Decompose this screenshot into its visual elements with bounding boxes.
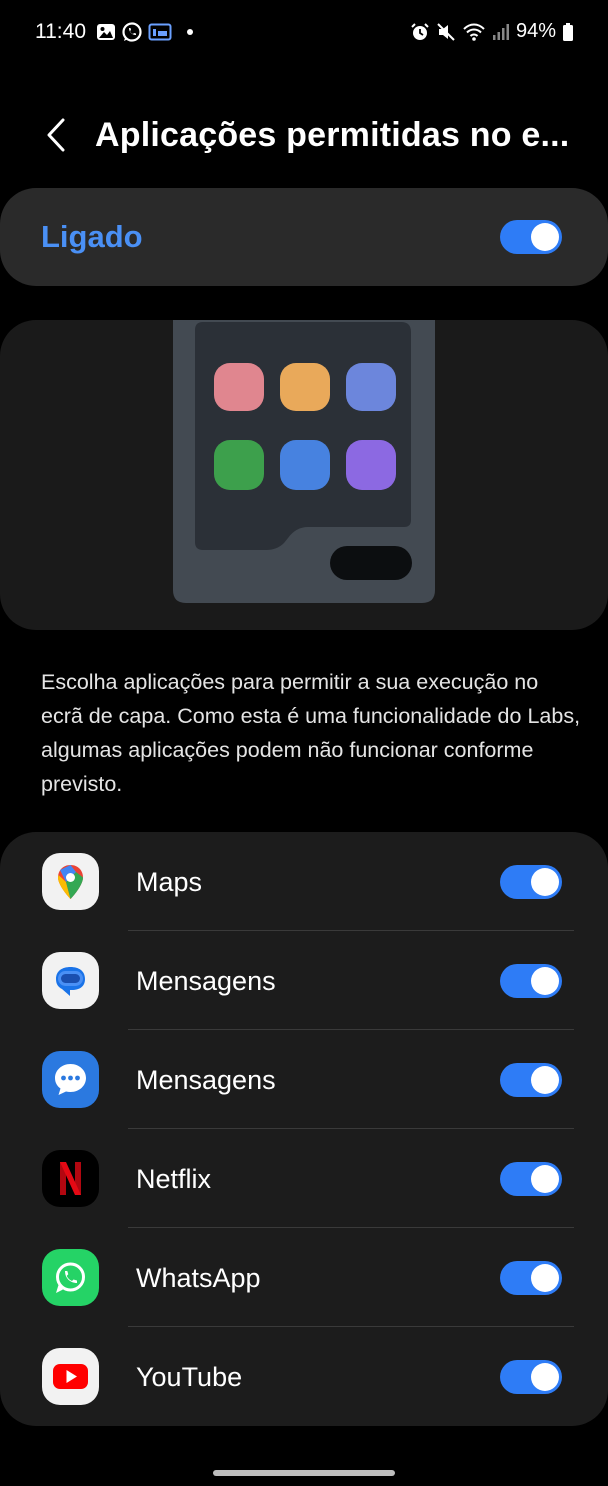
status-time: 11:40 (35, 20, 86, 43)
signal-icon (492, 23, 509, 40)
battery-icon (563, 22, 573, 41)
status-right-icons: 94% (410, 20, 574, 43)
app-name: Maps (136, 867, 203, 897)
google-maps-icon (42, 853, 99, 910)
app-row-youtube[interactable]: YouTube (0, 1327, 608, 1426)
app-row-google-messages[interactable]: Mensagens (0, 931, 608, 1030)
samsung-messages-icon (42, 1051, 99, 1108)
app-row-maps[interactable]: Maps (0, 832, 608, 931)
app-toggle-whatsapp[interactable] (500, 1261, 562, 1295)
app-name: WhatsApp (136, 1263, 261, 1293)
app-name: YouTube (136, 1362, 243, 1392)
app-name: Mensagens (136, 966, 276, 996)
mute-icon (437, 22, 455, 41)
whatsapp-icon (42, 1249, 99, 1306)
wifi-icon (463, 23, 485, 41)
back-button[interactable] (36, 114, 76, 156)
app-toggle-netflix[interactable] (500, 1162, 562, 1196)
illustration-card (0, 320, 608, 630)
app-toggle-google-messages[interactable] (500, 964, 562, 998)
apps-list: Maps Mensagens Mensagens Netflix WhatsAp… (0, 832, 608, 1426)
google-messages-icon (42, 952, 99, 1009)
chevron-left-icon (47, 118, 65, 152)
header: Aplicações permitidas no e... (0, 100, 608, 170)
alarm-icon (411, 22, 429, 40)
youtube-icon (42, 1348, 99, 1405)
whatsapp-icon (122, 22, 142, 42)
app-row-samsung-messages[interactable]: Mensagens (0, 1030, 608, 1129)
description-text: Escolha aplicações para permitir a sua e… (41, 670, 581, 796)
status-left-icons (96, 21, 193, 43)
gallery-icon (97, 24, 115, 40)
master-switch-label: Ligado (41, 219, 143, 254)
battery-percent: 94% (515, 20, 556, 42)
netflix-icon (42, 1150, 99, 1207)
app-toggle-maps[interactable] (500, 865, 562, 899)
app-row-netflix[interactable]: Netflix (0, 1129, 608, 1228)
master-switch-row[interactable]: Ligado (0, 188, 608, 286)
app-toggle-samsung-messages[interactable] (500, 1063, 562, 1097)
cover-screen-illustration (173, 320, 435, 603)
master-toggle[interactable] (500, 220, 562, 254)
app-name: Netflix (136, 1164, 212, 1194)
labs-icon (148, 23, 172, 41)
status-bar: 11:40 94% (0, 0, 608, 66)
navigation-handle[interactable] (213, 1470, 395, 1476)
app-toggle-youtube[interactable] (500, 1360, 562, 1394)
page-title: Aplicações permitidas no e... (95, 116, 570, 154)
app-name: Mensagens (136, 1065, 276, 1095)
app-row-whatsapp[interactable]: WhatsApp (0, 1228, 608, 1327)
notification-dot-icon (187, 29, 193, 35)
